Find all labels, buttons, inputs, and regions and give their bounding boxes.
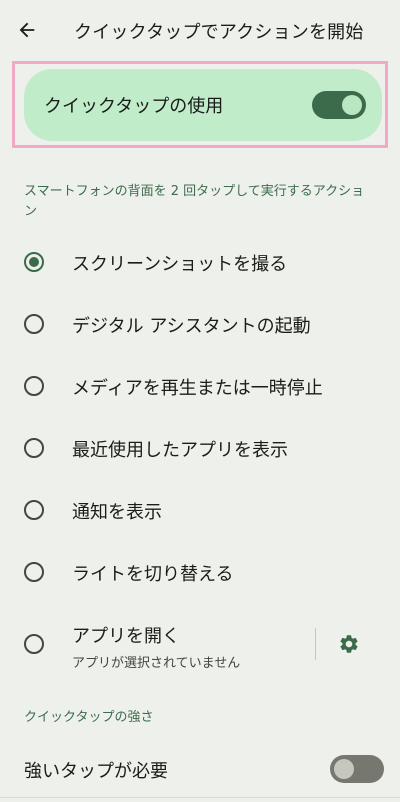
radio-option-recent-apps[interactable]: 最近使用したアプリを表示 [0, 417, 400, 479]
radio-option-notifications[interactable]: 通知を表示 [0, 479, 400, 541]
open-app-settings-button[interactable] [336, 631, 362, 657]
back-button[interactable] [10, 13, 44, 47]
page-title: クイックタップでアクションを開始 [74, 22, 364, 43]
switch-knob [334, 759, 354, 779]
main-toggle-label: クイックタップの使用 [44, 96, 224, 117]
radio-option-label: デジタル アシスタントの起動 [72, 316, 311, 337]
strong-tap-toggle-row[interactable]: 強いタップが必要 [0, 740, 400, 798]
radio-option-label: ライトを切り替える [72, 564, 234, 585]
radio-button[interactable] [24, 376, 44, 396]
arrow-back-icon [19, 22, 35, 38]
radio-option-media[interactable]: メディアを再生または一時停止 [0, 355, 400, 417]
radio-option-open-app[interactable]: アプリを開く アプリが選択されていません [0, 612, 400, 676]
strong-tap-label: 強いタップが必要 [24, 761, 168, 782]
strong-tap-switch[interactable] [330, 755, 384, 783]
radio-option-label: スクリーンショットを撮る [72, 254, 288, 275]
radio-option-label: メディアを再生または一時停止 [72, 378, 323, 399]
radio-option-screenshot[interactable]: スクリーンショットを撮る [0, 231, 400, 293]
switch-knob [342, 95, 362, 115]
radio-option-flashlight[interactable]: ライトを切り替える [0, 541, 400, 603]
radio-button[interactable] [24, 314, 44, 334]
open-app-label: アプリを開く [72, 626, 180, 647]
radio-option-label: 最近使用したアプリを表示 [72, 440, 288, 461]
radio-option-label: 通知を表示 [72, 502, 162, 523]
radio-dot [29, 257, 39, 267]
vertical-divider [315, 628, 316, 660]
quick-tap-switch[interactable] [312, 91, 366, 119]
app-bar: クイックタップでアクションを開始 [0, 0, 400, 62]
radio-button[interactable] [24, 438, 44, 458]
quick-tap-main-toggle-card[interactable]: クイックタップの使用 [24, 69, 382, 141]
open-app-subtitle: アプリが選択されていません [72, 656, 241, 671]
bottom-divider [0, 797, 400, 798]
gear-icon [340, 635, 358, 653]
radio-button[interactable] [24, 252, 44, 272]
radio-button[interactable] [24, 500, 44, 520]
radio-button[interactable] [24, 634, 44, 654]
strength-section-header: クイックタップの強さ [24, 710, 154, 725]
radio-option-assistant[interactable]: デジタル アシスタントの起動 [0, 293, 400, 355]
radio-button[interactable] [24, 562, 44, 582]
actions-section-header: スマートフォンの背面を 2 回タップして実行するアクション [24, 184, 365, 219]
